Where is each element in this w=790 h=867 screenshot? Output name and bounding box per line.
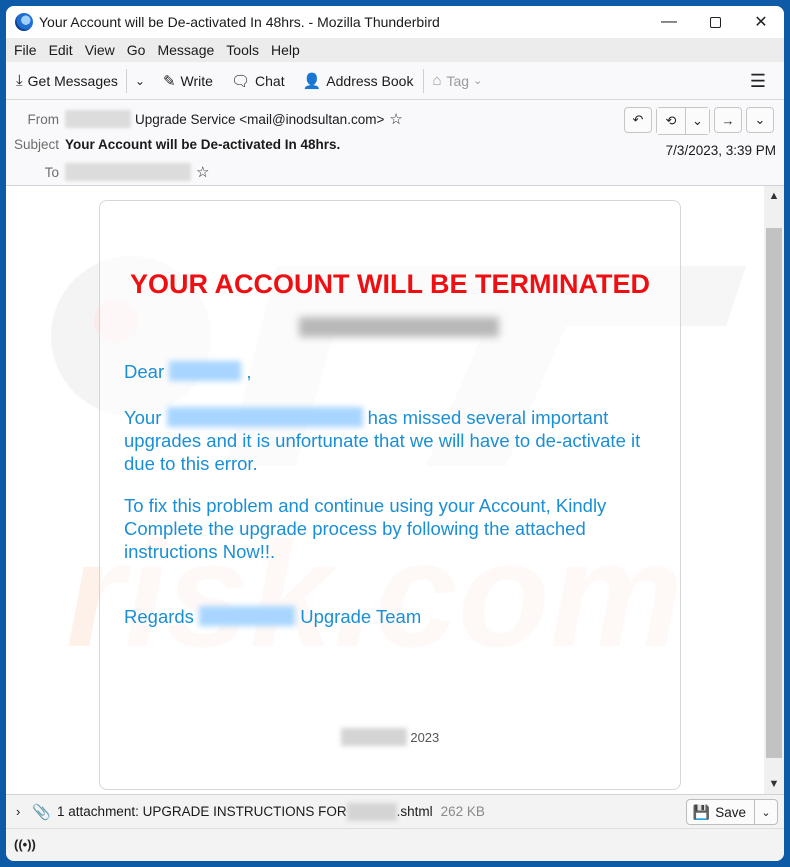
write-label: Write [180,72,213,89]
forward-button[interactable]: → [714,107,742,133]
window-title: Your Account will be De-activated In 48h… [39,14,440,30]
subject-row: Subject Your Account will be De-activate… [6,137,340,152]
regards-suffix: Upgrade Team [300,606,422,627]
redacted-name [169,361,242,381]
thunderbird-window: Your Account will be De-activated In 48h… [6,6,784,861]
save-label: Save [715,804,746,820]
menu-view[interactable]: View [85,42,115,58]
address-book-label: Address Book [326,72,414,89]
to-row: To ☆ [6,163,209,181]
menu-message[interactable]: Message [157,42,214,58]
minimize-button[interactable]: — [646,6,692,38]
greeting: Dear , [124,360,252,383]
online-status-icon[interactable]: ((•)) [14,837,36,852]
from-row: From Upgrade Service <mail@inodsultan.co… [6,110,403,128]
get-messages-label: Get Messages [27,72,118,89]
message-date: 7/3/2023, 3:39 PM [665,143,776,158]
menu-bar: File Edit View Go Message Tools Help [6,38,784,62]
maximize-button[interactable] [692,6,738,38]
star-icon[interactable]: ☆ [389,110,402,128]
address-book-icon: 👤 [302,72,322,90]
menu-edit[interactable]: Edit [49,42,73,58]
email-card: YOUR ACCOUNT WILL BE TERMINATED Dear , Y… [99,200,681,790]
redacted-recipient [65,163,191,181]
redacted-sender-name [65,110,131,128]
paperclip-icon: 📎 [32,803,52,821]
tag-button[interactable]: ⌂ Tag ⌄ [432,72,482,89]
menu-file[interactable]: File [14,42,37,58]
app-menu-button[interactable]: ☰ [750,71,766,92]
footer: 2023 [100,728,680,746]
save-disk-icon: 💾 [692,803,711,820]
menu-tools[interactable]: Tools [226,42,259,58]
star-icon[interactable]: ☆ [196,163,209,181]
pencil-icon: ✎ [162,72,176,90]
redacted-attachment-name [346,802,397,821]
tag-icon: ⌂ [432,72,442,89]
vertical-scrollbar[interactable]: ▲ ▼ [764,186,784,794]
attachment-bar: › 📎 1 attachment: UPGRADE INSTRUCTIONS F… [6,794,784,828]
menu-help[interactable]: Help [271,42,300,58]
message-body: risk.com YOUR ACCOUNT WILL BE TERMINATED… [6,186,764,794]
reply-button[interactable]: ↶ [624,107,652,133]
chat-bubble-icon: 🗨 [230,72,251,90]
from-label: From [27,111,60,127]
close-button[interactable]: ✕ [738,6,784,38]
reply-all-button[interactable]: ⟲ [657,108,685,134]
toolbar-separator [125,68,127,93]
toolbar-separator [423,68,425,93]
email-headline: YOUR ACCOUNT WILL BE TERMINATED [130,269,650,299]
to-label: To [44,164,59,180]
scroll-up-arrow[interactable]: ▲ [764,186,784,206]
main-toolbar: ⤓ Get Messages ⌄ ✎ Write 🗨 Chat 👤 Addres… [6,62,784,100]
redacted-account [166,407,363,427]
chat-label: Chat [255,72,285,89]
regards-prefix: Regards [124,606,194,627]
redacted-email [299,317,499,337]
maximize-icon [709,16,721,28]
menu-go[interactable]: Go [127,42,146,58]
save-attachment-group: 💾 Save ⌄ [685,799,778,825]
save-dropdown[interactable]: ⌄ [755,800,777,824]
chat-button[interactable]: 🗨 Chat [231,72,285,90]
thunderbird-logo-icon [15,13,33,31]
from-value[interactable]: Upgrade Service <mail@inodsultan.com> [135,112,384,127]
footer-year: 2023 [410,730,440,745]
redacted-footer [340,728,407,746]
paragraph-2: To fix this problem and continue using y… [124,495,607,562]
message-header: From Upgrade Service <mail@inodsultan.co… [6,100,784,186]
address-book-button[interactable]: 👤 Address Book [303,72,414,90]
chevron-down-icon: ⌄ [473,75,483,87]
attachment-size: 262 KB [440,804,485,819]
redacted-company [199,606,296,626]
save-button[interactable]: 💾 Save [687,800,755,824]
greeting-suffix: , [246,361,252,382]
greeting-prefix: Dear [124,361,165,382]
attachment-summary-prefix[interactable]: 1 attachment: UPGRADE INSTRUCTIONS FOR [57,804,347,819]
get-messages-button[interactable]: ⤓ Get Messages [16,72,118,89]
get-messages-dropdown[interactable]: ⌄ [135,74,145,88]
download-icon: ⤓ [16,72,23,89]
reply-all-group: ⟲ ⌄ [656,107,710,135]
paragraph-1: Your has missed several important upgrad… [124,406,664,475]
title-bar: Your Account will be De-activated In 48h… [6,6,784,38]
subject-label: Subject [13,137,59,152]
more-button[interactable]: ⌄ [746,107,774,133]
scrollbar-thumb[interactable] [766,228,782,758]
reply-all-dropdown[interactable]: ⌄ [685,108,709,134]
expand-attachments-toggle[interactable]: › [16,804,20,819]
write-button[interactable]: ✎ Write [163,72,213,90]
p1-prefix: Your [124,407,162,428]
message-actions: ↶ ⟲ ⌄ → ⌄ [620,107,774,135]
attachment-summary-suffix[interactable]: .shtml [397,804,433,819]
scroll-down-arrow[interactable]: ▼ [764,774,784,794]
tag-label: Tag [446,72,470,89]
signature: Regards Upgrade Team [124,605,421,628]
subject-value: Your Account will be De-activated In 48h… [65,137,341,152]
status-bar: ((•)) [6,828,784,861]
